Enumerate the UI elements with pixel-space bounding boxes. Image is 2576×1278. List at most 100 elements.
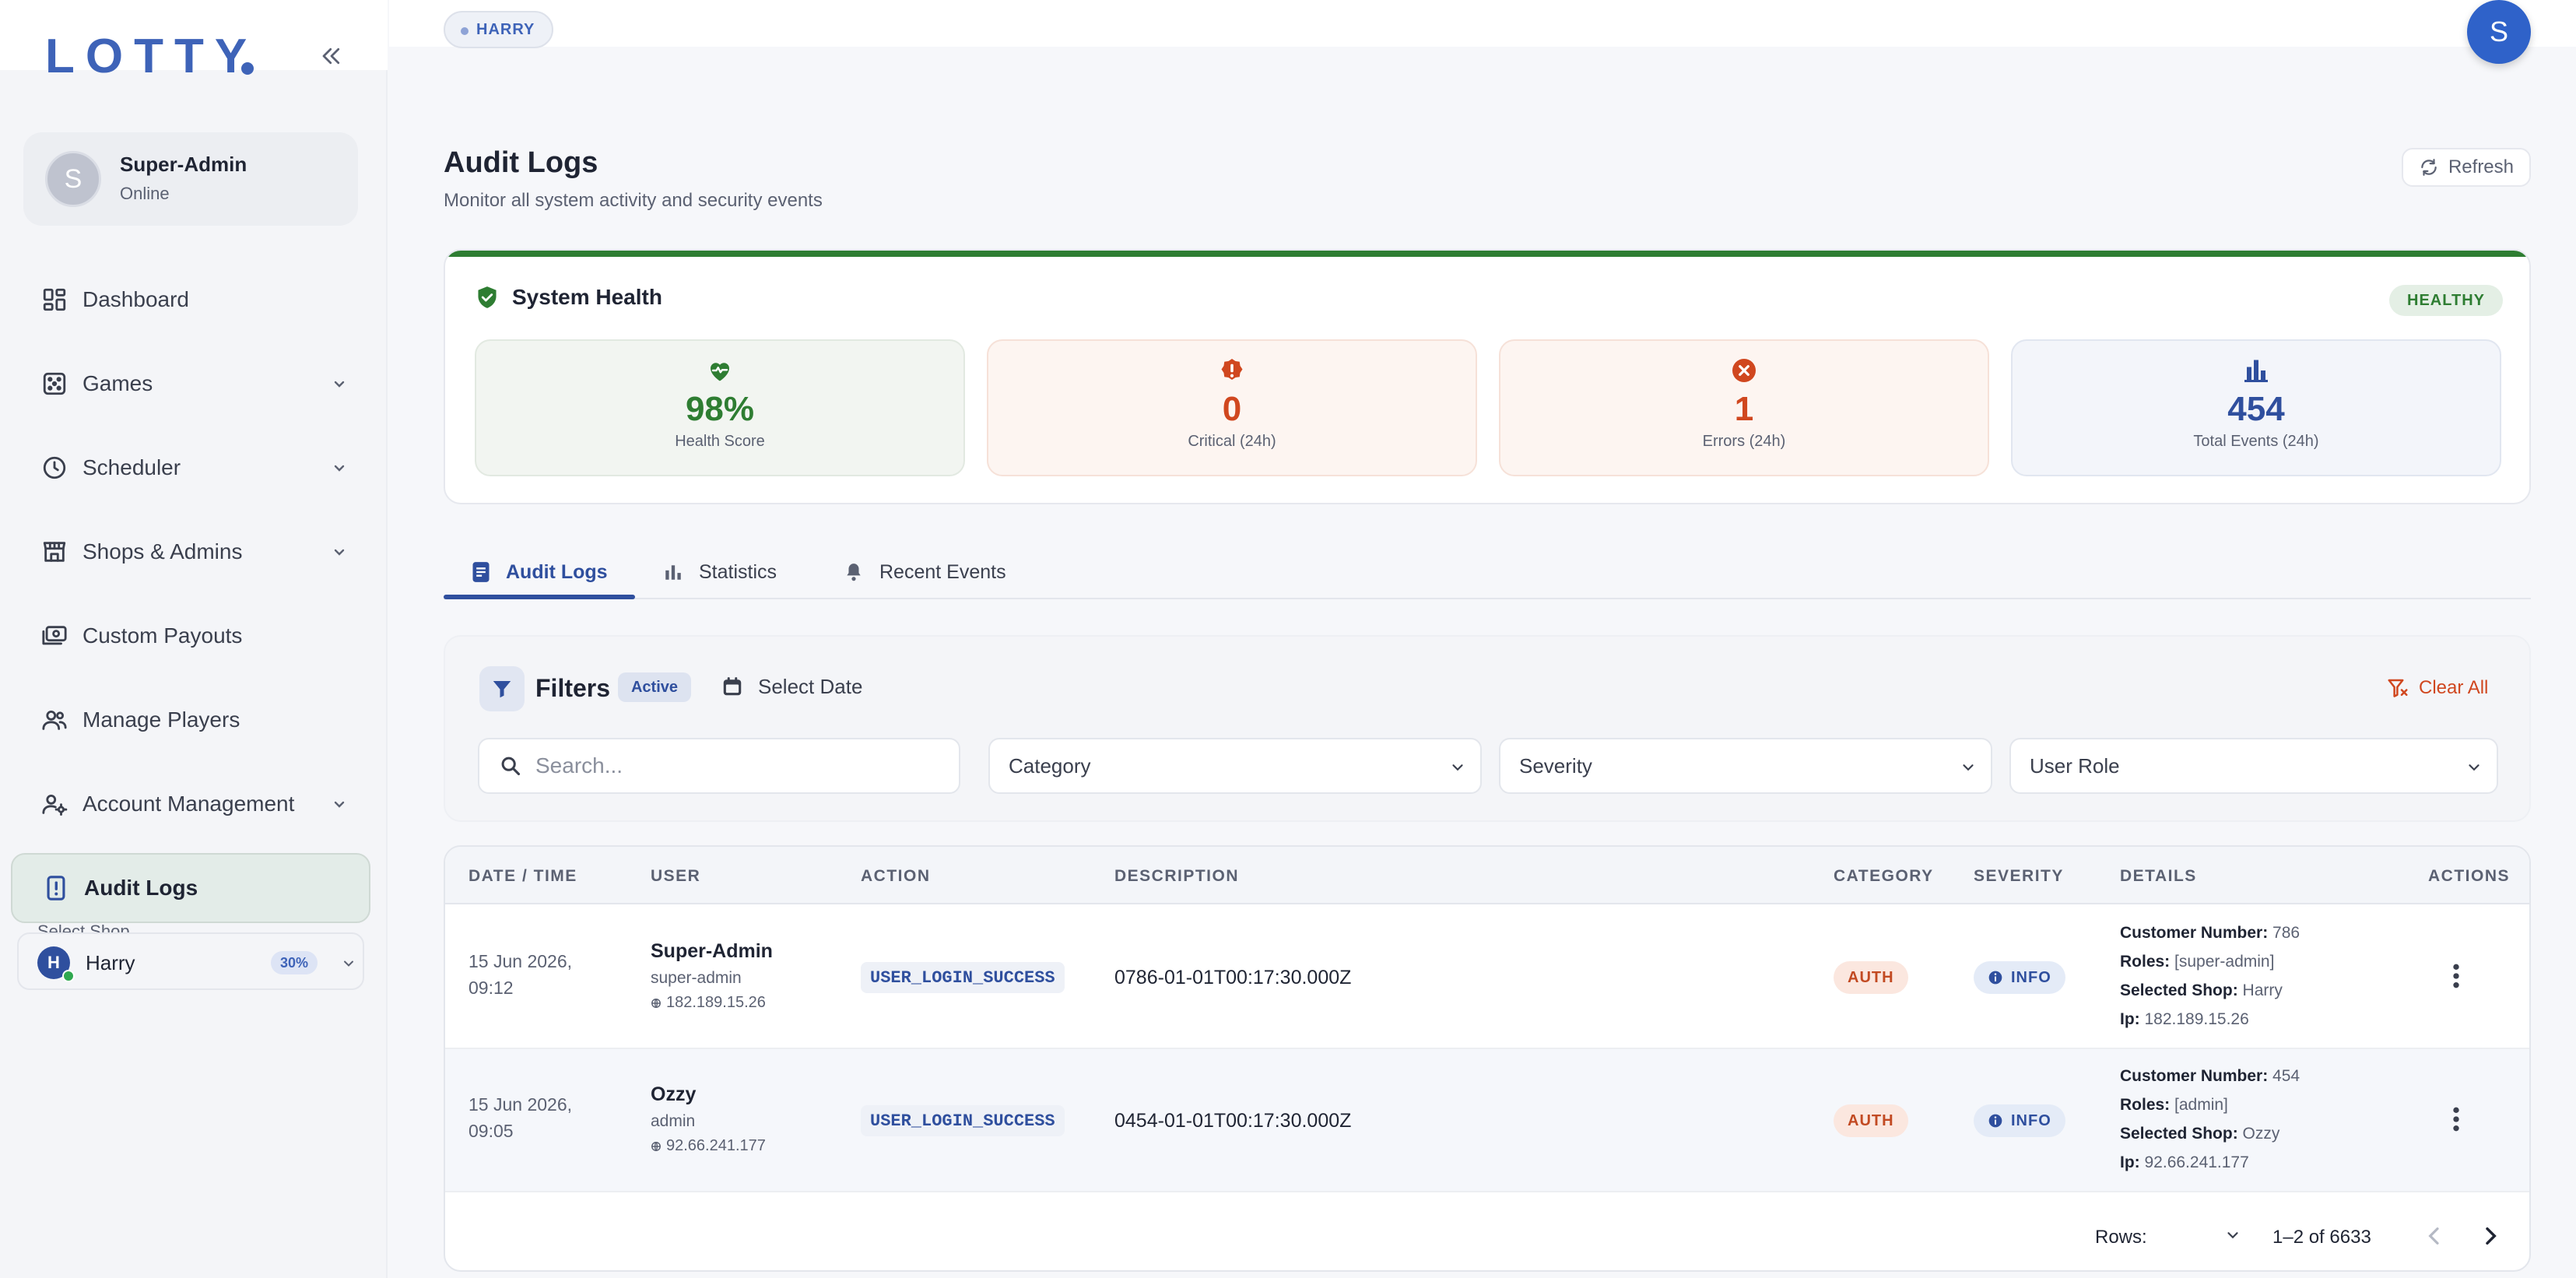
sidebar-item-account-management[interactable]: Account Management [11,769,370,839]
chevron-down-icon [2227,1232,2238,1239]
severity-text: INFO [2011,968,2051,986]
clock-icon [37,451,72,485]
search-field[interactable] [478,738,960,794]
shield-check-icon [478,286,497,308]
error-icon [1730,356,1758,384]
filters-title: Filters [535,674,611,702]
info-icon [1988,1114,2002,1128]
tab-label: Statistics [699,560,777,583]
search-icon [501,757,521,776]
sidebar-item-manage-players[interactable]: Manage Players [11,685,370,755]
collapse-sidebar-button[interactable] [318,42,346,70]
user-card[interactable]: S Super-Admin Online [23,132,358,226]
column-header[interactable]: USER [651,867,700,886]
detail-key: Selected Shop: [2120,981,2238,999]
row-action-code: USER_LOGIN_SUCCESS [861,962,1065,993]
table-row[interactable]: 15 Jun 2026, 09:12 Super-Admin super-admin 1… [445,906,2529,1049]
sidebar-item-label: Shops & Admins [82,539,243,564]
profile-avatar[interactable]: S [2467,0,2531,64]
clear-all-label: Clear All [2419,677,2489,698]
chevron-down-icon [1452,764,1463,771]
health-status-bar [445,251,2529,257]
rows-per-page-select[interactable] [2201,1219,2248,1250]
sidebar-item-custom-payouts[interactable]: Custom Payouts [11,601,370,671]
detail-roles: Roles: [super-admin] [2120,947,2300,976]
column-header[interactable]: SEVERITY [1974,867,2064,886]
next-page-button[interactable] [2478,1224,2503,1248]
severity-badge: INFO [1974,961,2065,994]
shop-chip[interactable]: HARRY [444,11,554,48]
detail-ip: Ip: 92.66.241.177 [2120,1148,2300,1177]
detail-customer-number: Customer Number: 786 [2120,918,2300,947]
info-icon [1988,971,2002,985]
shop-percent-badge: 30% [271,951,318,974]
user-status: Online [120,184,170,203]
money-icon [37,619,72,653]
severity-badge: INFO [1974,1104,2065,1137]
severity-select[interactable]: Severity [1499,738,1992,794]
people-icon [37,703,72,737]
row-datetime: 15 Jun 2026, 09:12 [469,948,572,1001]
column-header[interactable]: DATE / TIME [469,867,577,886]
refresh-button[interactable]: Refresh [2402,148,2531,187]
stat-card-total-events-24h: 454 Total Events (24h) [2011,339,2501,476]
sidebar: LOTTY S Super-Admin Online Dashboard Game… [0,0,388,1278]
detail-value: 786 [2272,924,2301,942]
online-dot [62,970,75,982]
row-details: Customer Number: 454 Roles: [admin] Select… [2120,1062,2300,1177]
globe-icon [651,998,661,1008]
stat-value: 0 [1222,390,1242,428]
stat-label: Total Events (24h) [2193,433,2319,450]
column-header[interactable]: DETAILS [2120,867,2197,886]
filters-panel: Filters Active Select Date Clear All Cat… [444,635,2531,822]
tab-statistics[interactable]: Statistics [663,545,777,599]
rows-per-page-label: Rows: [2095,1227,2147,1248]
stats-icon [665,565,681,580]
row-actions-button[interactable] [2448,1104,2464,1135]
sidebar-item-shops-admins[interactable]: Shops & Admins [11,517,370,587]
table-row[interactable]: 15 Jun 2026, 09:05 Ozzy admin 92.66.241.177 U… [445,1049,2529,1192]
app-logo[interactable]: LOTTY [45,30,258,84]
sidebar-item-label: Audit Logs [84,876,198,900]
logo-dot [241,62,254,75]
table-pagination: Rows: 1–2 of 6633 [445,1191,2529,1270]
detail-value: [admin] [2174,1096,2228,1114]
tab-label: Recent Events [879,560,1006,583]
sidebar-item-scheduler[interactable]: Scheduler [11,433,370,503]
row-description: 0786-01-01T00:17:30.000Z [1114,967,1352,988]
sidebar-item-dashboard[interactable]: Dashboard [11,265,370,335]
tab-recent-events[interactable]: Recent Events [844,545,1006,599]
system-health-card: System Health HEALTHY 98% Health Score 0 Cr… [444,249,2531,504]
filter-button[interactable] [479,666,525,711]
chevron-down-icon [1963,764,1974,771]
more-vertical-icon [2453,1107,2459,1132]
sidebar-item-games[interactable]: Games [11,349,370,419]
clear-all-button[interactable]: Clear All [2386,672,2488,704]
more-vertical-icon [2453,964,2459,988]
chevron-down-icon [344,960,353,967]
user-gear-icon [37,787,72,821]
bar-chart-icon [2242,356,2270,384]
search-input[interactable] [535,753,940,778]
chevron-down-icon [334,381,345,388]
user-role-select[interactable]: User Role [2009,738,2498,794]
previous-page-button[interactable] [2422,1224,2447,1248]
row-time: 09:12 [469,978,514,998]
page-subtitle: Monitor all system activity and security… [444,190,823,211]
row-user-ip: 182.189.15.26 [651,994,773,1012]
row-actions-button[interactable] [2448,960,2464,992]
column-header[interactable]: DESCRIPTION [1114,867,1239,886]
detail-value: 454 [2272,1067,2301,1085]
row-date: 15 Jun 2026, [469,1094,573,1115]
column-header[interactable]: ACTIONS [2428,867,2510,886]
category-select[interactable]: Category [988,738,1482,794]
sidebar-item-audit-logs[interactable]: Audit Logs [11,853,370,923]
detail-value: 92.66.241.177 [2144,1153,2249,1171]
sidebar-item-label: Manage Players [82,707,240,732]
tab-audit-logs[interactable]: Audit Logs [472,545,608,599]
select-date-button[interactable]: Select Date [721,671,862,702]
detail-value: 182.189.15.26 [2144,1010,2249,1028]
column-header[interactable]: ACTION [861,867,931,886]
column-header[interactable]: CATEGORY [1834,867,1934,886]
shop-select[interactable]: H Harry 30% [17,932,364,990]
